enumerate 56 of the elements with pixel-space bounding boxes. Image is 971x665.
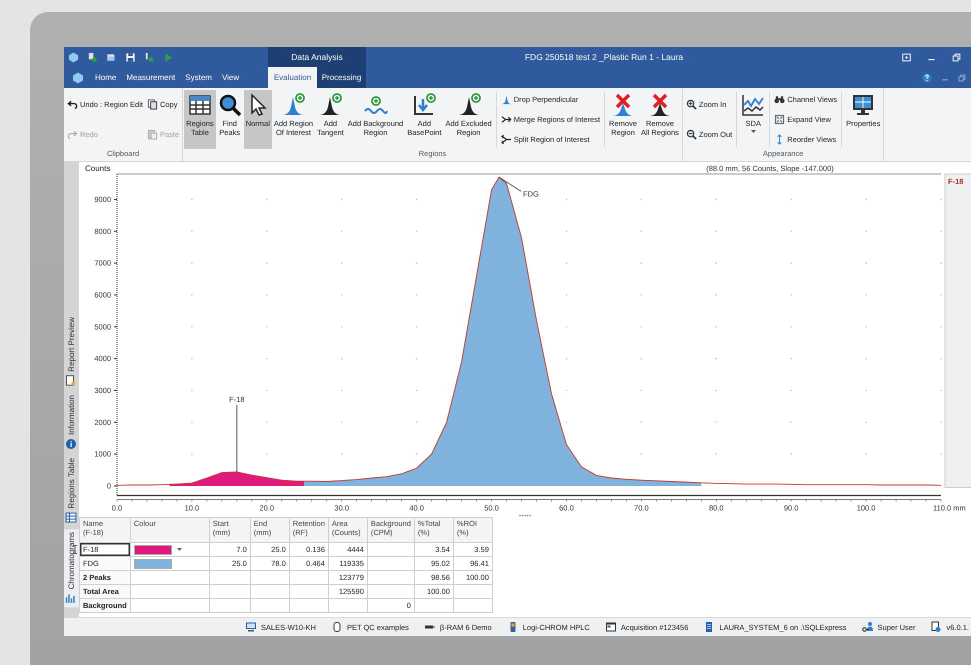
redo-icon — [67, 128, 78, 140]
window-title: FDG 250518 test 2 _Plastic Run 1 - Laura — [524, 52, 684, 62]
peak-icon — [500, 94, 512, 106]
side-tab[interactable]: Report Preview — [64, 314, 79, 390]
ribbon-tab[interactable]: View — [216, 67, 244, 88]
binoculars-icon — [774, 94, 786, 106]
copy-icon — [146, 99, 158, 110]
ribbon-tab[interactable]: Evaluation — [268, 67, 317, 88]
table-icon — [66, 512, 78, 524]
ribbon-tab[interactable]: Home — [90, 67, 122, 88]
axis-title: Counts — [85, 164, 110, 173]
info-icon — [66, 438, 78, 450]
ribbon-tab[interactable]: System — [180, 67, 217, 88]
open-file-icon[interactable] — [106, 52, 117, 62]
window-icon — [604, 621, 617, 633]
leader-line — [236, 404, 238, 472]
caret-icon — [750, 130, 756, 134]
peak-plus-icon — [318, 93, 342, 117]
restore-icon[interactable] — [952, 52, 961, 62]
new-file-icon[interactable] — [87, 52, 98, 62]
undo-icon — [67, 99, 78, 110]
save-icon[interactable] — [125, 52, 136, 62]
peak-plus-icon — [281, 93, 306, 117]
down-arrow-plus-icon — [412, 93, 436, 117]
side-tab[interactable]: Regions Table — [64, 455, 79, 527]
search-icon — [218, 93, 242, 117]
computer-icon — [244, 621, 257, 633]
dropdown-caret-icon[interactable] — [176, 548, 182, 551]
wave-plus-icon — [364, 93, 388, 117]
ribbon-display-icon[interactable] — [902, 52, 911, 62]
app-logo-icon — [68, 52, 79, 62]
colour-swatch[interactable] — [134, 558, 172, 568]
ribbon-tab[interactable]: Measurement — [121, 67, 180, 88]
line-chart-icon — [741, 93, 766, 117]
split-arrows-icon — [500, 134, 512, 145]
monitor-icon — [851, 93, 876, 117]
report-icon — [66, 375, 78, 388]
colour-swatch[interactable] — [134, 544, 172, 554]
splitter-grip-icon[interactable] — [519, 514, 531, 517]
help-icon[interactable] — [922, 72, 932, 82]
side-tab[interactable]: Information — [64, 392, 79, 454]
zoom-in-icon — [686, 99, 697, 110]
expand-icon — [774, 114, 786, 125]
zoom-out-icon — [686, 128, 697, 140]
merge-arrows-icon — [500, 114, 512, 125]
context-tab-header: Data Analysis — [268, 47, 366, 67]
leader-line — [498, 176, 522, 192]
chart-icon — [66, 592, 78, 604]
side-tab[interactable]: Chromatograms — [64, 528, 79, 607]
row-pointer-icon — [73, 545, 77, 554]
app-menu-icon[interactable] — [72, 72, 84, 84]
table-icon — [188, 93, 212, 117]
user-key-icon — [862, 621, 874, 633]
restore-icon[interactable] — [958, 74, 966, 82]
ribbon-tab[interactable]: Processing — [317, 67, 366, 88]
paste-icon — [146, 128, 158, 140]
